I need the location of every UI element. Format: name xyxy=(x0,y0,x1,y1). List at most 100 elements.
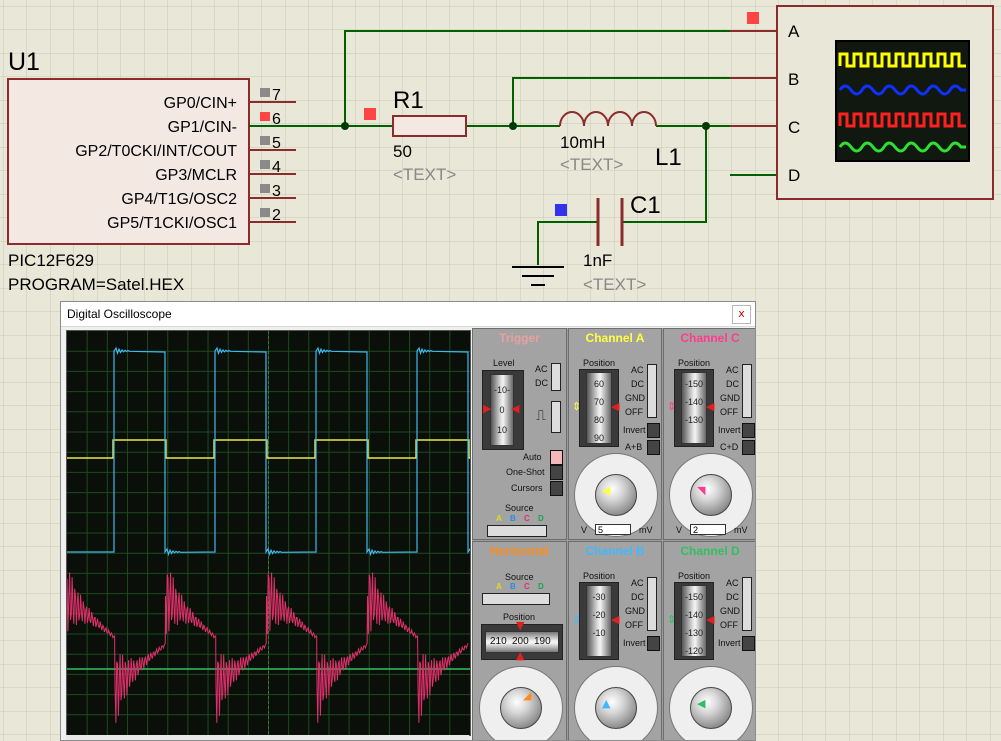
channel-c-volts-input[interactable]: 2 xyxy=(690,524,726,535)
control-panel: Trigger Level -10- 0 10 ▶ ◀ AC DC ⎍ Auto… xyxy=(472,328,755,740)
channel-b-tick: -20 xyxy=(592,610,606,620)
horizontal-timebase-knob[interactable] xyxy=(500,687,542,729)
u1-pin-marker[interactable] xyxy=(260,184,270,193)
horizontal-source-d: D xyxy=(538,582,544,591)
channel-b-invert-button[interactable] xyxy=(647,636,660,651)
channel-d-section: Channel D Position -150 -140 -130 -120 ⇕ ◀ AC DC G… xyxy=(663,541,755,740)
trigger-cursors-label: Cursors xyxy=(511,483,543,493)
channel-b-tick: -10 xyxy=(592,628,606,638)
channel-a-tick: 90 xyxy=(593,433,604,443)
u1-pin-number: 7 xyxy=(272,87,281,104)
channel-a-combo-button[interactable] xyxy=(647,440,660,455)
channel-d-marker-arrow: ◀ xyxy=(706,613,715,626)
channel-b-position-drum[interactable]: -30 -20 -10 xyxy=(586,585,612,657)
oscilloscope-title: Digital Oscilloscope xyxy=(67,307,172,321)
u1-pin-name: GP5/T1CKI/OSC1 xyxy=(107,215,237,232)
scope-marker[interactable] xyxy=(747,12,759,24)
trigger-oneshot-button[interactable] xyxy=(550,465,563,480)
channel-d-invert-button[interactable] xyxy=(742,636,755,651)
oscilloscope-titlebar[interactable]: Digital Oscilloscope x xyxy=(61,302,755,327)
trigger-ac-label: AC xyxy=(535,364,548,374)
trigger-title: Trigger xyxy=(499,331,540,345)
horizontal-tick-1: 200 xyxy=(512,636,529,647)
channel-c-position-arrow: ⇕ xyxy=(667,400,677,413)
scope-channel-label: A xyxy=(788,22,800,41)
channel-d-tick: -130 xyxy=(684,628,703,638)
channel-c-coupling-dc: DC xyxy=(726,379,739,389)
r1-text: <TEXT> xyxy=(393,165,456,184)
u1-pin-marker[interactable] xyxy=(260,112,270,121)
u1-pin-marker[interactable] xyxy=(260,88,270,97)
c1-value: 1nF xyxy=(583,251,612,270)
channel-b-coupling-dc: DC xyxy=(631,592,644,602)
channel-a-coupling-gnd: GND xyxy=(625,393,645,403)
u1-pin-name: GP3/MCLR xyxy=(155,167,237,184)
channel-c-tick: -150 xyxy=(684,379,703,389)
channel-a-coupling-switch[interactable] xyxy=(647,364,657,418)
oscilloscope-window[interactable]: Digital Oscilloscope x Trigger Level -10… xyxy=(60,301,756,741)
r1-resistor[interactable] xyxy=(392,115,467,137)
display-scrollbar[interactable] xyxy=(66,735,469,740)
channel-c-coupling-ac: AC xyxy=(726,365,739,375)
c1-ref: C1 xyxy=(630,192,661,219)
l1-text: <TEXT> xyxy=(560,155,623,174)
trigger-source-c: C xyxy=(524,514,530,523)
channel-c-combo-label: C+D xyxy=(720,442,739,452)
scope-channel-label: B xyxy=(788,70,799,89)
u1-pin-marker[interactable] xyxy=(260,136,270,145)
u1-pin-marker[interactable] xyxy=(260,160,270,169)
channel-c-unit-left: V xyxy=(676,525,683,535)
channel-c-invert-button[interactable] xyxy=(742,423,755,438)
r1-probe-marker[interactable] xyxy=(364,108,376,120)
channel-a-tick: 60 xyxy=(593,379,604,389)
horizontal-top-arrow: ▼ xyxy=(516,619,525,632)
trigger-section: Trigger Level -10- 0 10 ▶ ◀ AC DC ⎍ Auto… xyxy=(472,328,567,540)
channel-c-coupling-switch[interactable] xyxy=(742,364,752,418)
l1-value: 10mH xyxy=(560,133,605,152)
channel-c-position-drum[interactable]: -150 -140 -130 xyxy=(681,372,707,444)
channel-c-tick: -140 xyxy=(684,397,703,407)
u1-pin-marker[interactable] xyxy=(260,208,270,217)
u1-pin-number: 4 xyxy=(272,159,281,176)
trigger-edge-switch[interactable] xyxy=(551,401,561,433)
horizontal-title: Horizontal xyxy=(490,544,549,558)
horizontal-source-a: A xyxy=(496,582,502,591)
channel-a-tick: 70 xyxy=(593,397,604,407)
u1-pin-name: GP0/CIN+ xyxy=(164,95,237,112)
u1-ref: U1 xyxy=(8,48,40,76)
channel-d-tick: -140 xyxy=(684,610,703,620)
trigger-oneshot-label: One-Shot xyxy=(506,467,545,477)
channel-b-section: Channel B Position -30 -20 -10 ⇕ ◀ AC DC GND OFF In… xyxy=(568,541,662,740)
trigger-coupling-switch[interactable] xyxy=(551,363,561,391)
u1-pin-number: 5 xyxy=(272,135,281,152)
u1-pin-name: GP2/T0CKI/INT/COUT xyxy=(75,143,237,160)
channel-a-coupling-ac: AC xyxy=(631,365,644,375)
channel-a-position-drum[interactable]: 60 70 80 90 xyxy=(586,372,612,444)
channel-d-title: Channel D xyxy=(680,544,740,558)
scope-channel-label: D xyxy=(788,166,800,185)
u1-pin-number: 3 xyxy=(272,183,281,200)
trigger-cursors-button[interactable] xyxy=(550,481,563,496)
trigger-auto-button[interactable] xyxy=(550,450,563,465)
channel-d-tick: -120 xyxy=(684,646,703,656)
trigger-source-label: Source xyxy=(505,503,534,513)
channel-a-invert-button[interactable] xyxy=(647,423,660,438)
channel-c-invert-label: Invert xyxy=(718,425,741,435)
horizontal-source-slider[interactable] xyxy=(482,593,550,605)
channel-a-title: Channel A xyxy=(585,331,645,345)
channel-c-section: Channel C Position -150 -140 -130 ⇕ ◀ AC DC GND OF… xyxy=(663,328,755,540)
channel-b-invert-label: Invert xyxy=(623,638,646,648)
r1-value: 50 xyxy=(393,142,412,161)
channel-c-coupling-gnd: GND xyxy=(720,393,740,403)
channel-b-position-arrow: ⇕ xyxy=(572,613,582,626)
channel-b-coupling-switch[interactable] xyxy=(647,577,657,631)
c1-probe-marker[interactable] xyxy=(555,204,567,216)
channel-c-combo-button[interactable] xyxy=(742,440,755,455)
close-button[interactable]: x xyxy=(732,305,751,324)
trigger-source-slider[interactable] xyxy=(487,525,547,537)
channel-a-volts-input[interactable]: 5 xyxy=(595,524,631,535)
channel-d-coupling-switch[interactable] xyxy=(742,577,752,631)
channel-d-position-drum[interactable]: -150 -140 -130 -120 xyxy=(681,585,707,657)
oscilloscope-display[interactable] xyxy=(66,330,471,736)
trigger-level-label: Level xyxy=(493,358,515,368)
